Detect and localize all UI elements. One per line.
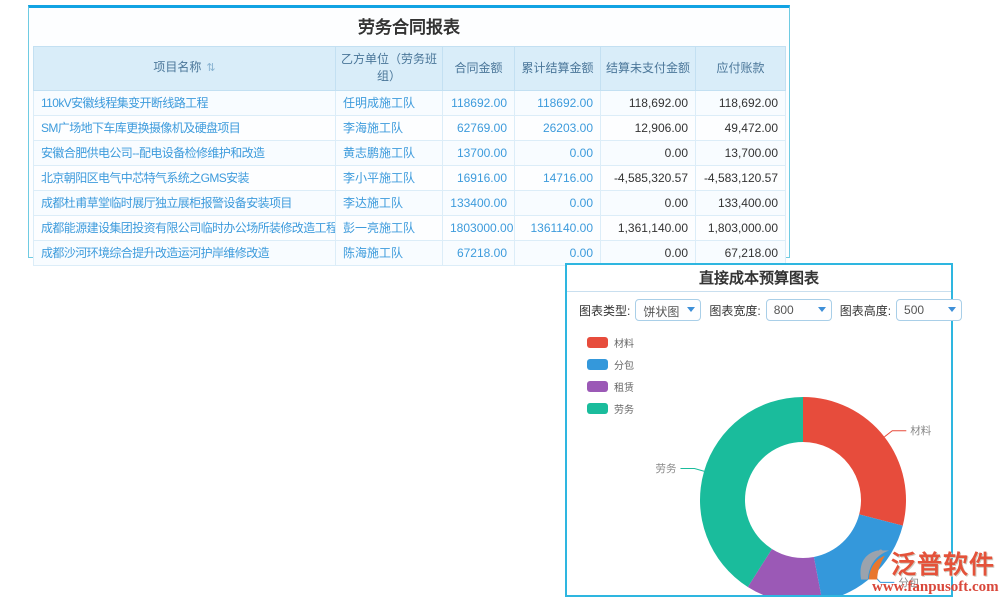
settled-amount-cell: 0.00 [515,140,601,165]
project-name-cell[interactable]: 成都沙河环境综合提升改造运河护岸维修改造 [34,240,336,265]
settled-amount-cell: 26203.00 [515,115,601,140]
party-b-cell[interactable]: 李小平施工队 [336,165,443,190]
report-table: 项目名称 ⇅ 乙方单位（劳务班组） 合同金额 累计结算金额 结算未支付金额 应付账… [33,46,786,266]
contract-amount-cell: 67218.00 [443,240,515,265]
unpaid-amount-cell: 1,361,140.00 [601,215,696,240]
unpaid-amount-cell: 0.00 [601,190,696,215]
col-header-project-name[interactable]: 项目名称 ⇅ [34,47,336,91]
col-header-party-b-unit: 乙方单位（劳务班组） [336,47,443,91]
payable-amount-cell: 67,218.00 [696,240,786,265]
table-header-row: 项目名称 ⇅ 乙方单位（劳务班组） 合同金额 累计结算金额 结算未支付金额 应付账… [34,47,786,91]
party-b-cell[interactable]: 李达施工队 [336,190,443,215]
report-title: 劳务合同报表 [29,8,789,46]
table-row: 成都能源建设集团投资有限公司临时办公场所装修改造工程EPC彭一亮施工队18030… [34,215,786,240]
project-name-cell[interactable]: 110kV安徽线程集变开断线路工程 [34,90,336,115]
col-header-settled-amount: 累计结算金额 [515,47,601,91]
table-row: SM广场地下车库更换摄像机及硬盘项目李海施工队62769.0026203.001… [34,115,786,140]
pie-slice-材料[interactable] [803,397,906,526]
project-name-cell[interactable]: 成都能源建设集团投资有限公司临时办公场所装修改造工程EPC [34,215,336,240]
unpaid-amount-cell: 0.00 [601,240,696,265]
project-name-cell[interactable]: 北京朝阳区电气中芯特气系统之GMS安装 [34,165,336,190]
party-b-cell[interactable]: 黄志鹏施工队 [336,140,443,165]
settled-amount-cell: 0.00 [515,240,601,265]
unpaid-amount-cell: -4,585,320.57 [601,165,696,190]
table-row: 成都杜甫草堂临时展厅独立展柜报警设备安装项目李达施工队133400.000.00… [34,190,786,215]
payable-amount-cell: 49,472.00 [696,115,786,140]
contract-amount-cell: 16916.00 [443,165,515,190]
party-b-cell[interactable]: 任明成施工队 [336,90,443,115]
table-row: 安徽合肥供电公司--配电设备检修维护和改造黄志鹏施工队13700.000.000… [34,140,786,165]
contract-amount-cell: 118692.00 [443,90,515,115]
contract-amount-cell: 62769.00 [443,115,515,140]
chart-title: 直接成本预算图表 [567,265,951,292]
settled-amount-cell: 0.00 [515,190,601,215]
col-header-project-name-label: 项目名称 [153,60,201,74]
party-b-cell[interactable]: 彭一亮施工队 [336,215,443,240]
settled-amount-cell: 1361140.00 [515,215,601,240]
project-name-cell[interactable]: SM广场地下车库更换摄像机及硬盘项目 [34,115,336,140]
unpaid-amount-cell: 0.00 [601,140,696,165]
watermark: 泛普软件 www.fanpusoft.com [855,545,1000,596]
settled-amount-cell: 118692.00 [515,90,601,115]
col-header-payable-amount: 应付账款 [696,47,786,91]
slice-label: 材料 [910,424,932,437]
watermark-url: www.fanpusoft.com [872,579,1000,596]
fanpu-logo-icon [855,548,891,582]
labor-contract-report-panel: 劳务合同报表 项目名称⇅ 乙方单位（劳务班组） 合同金额 累计结算金额 结算未支 [28,5,790,258]
label-line [680,468,704,471]
label-line [884,431,906,437]
table-row: 110kV安徽线程集变开断线路工程任明成施工队118692.00118692.0… [34,90,786,115]
party-b-cell[interactable]: 李海施工队 [336,115,443,140]
contract-amount-cell: 133400.00 [443,190,515,215]
table-row: 成都沙河环境综合提升改造运河护岸维修改造陈海施工队67218.000.000.0… [34,240,786,265]
unpaid-amount-cell: 12,906.00 [601,115,696,140]
payable-amount-cell: 133,400.00 [696,190,786,215]
party-b-cell[interactable]: 陈海施工队 [336,240,443,265]
col-header-unpaid-amount: 结算未支付金额 [601,47,696,91]
payable-amount-cell: -4,583,120.57 [696,165,786,190]
payable-amount-cell: 1,803,000.00 [696,215,786,240]
payable-amount-cell: 13,700.00 [696,140,786,165]
slice-label: 劳务 [655,462,676,475]
watermark-brand: 泛普软件 [891,545,995,581]
contract-amount-cell: 1803000.00 [443,215,515,240]
page: 劳务合同报表 项目名称⇅ 乙方单位（劳务班组） 合同金额 累计结算金额 结算未支 [0,0,1000,600]
project-name-cell[interactable]: 成都杜甫草堂临时展厅独立展柜报警设备安装项目 [34,190,336,215]
payable-amount-cell: 118,692.00 [696,90,786,115]
report-table-wrapper: 项目名称 ⇅ 乙方单位（劳务班组） 合同金额 累计结算金额 结算未支付金额 应付账… [29,46,789,269]
unpaid-amount-cell: 118,692.00 [601,90,696,115]
table-row: 北京朝阳区电气中芯特气系统之GMS安装李小平施工队16916.0014716.0… [34,165,786,190]
settled-amount-cell: 14716.00 [515,165,601,190]
col-header-contract-amount: 合同金额 [443,47,515,91]
project-name-cell[interactable]: 安徽合肥供电公司--配电设备检修维护和改造 [34,140,336,165]
sort-icon: ⇅ [206,62,215,74]
contract-amount-cell: 13700.00 [443,140,515,165]
